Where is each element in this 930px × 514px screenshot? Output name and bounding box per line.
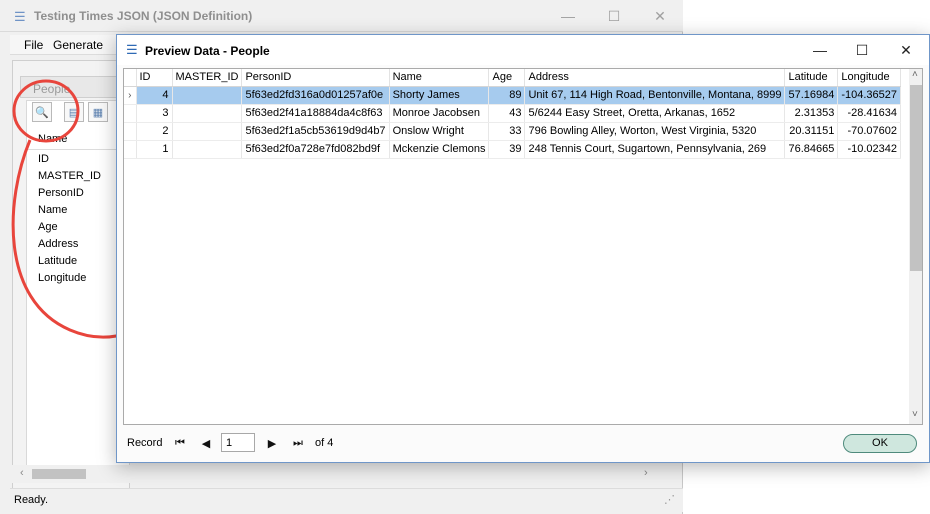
column-header[interactable]: Latitude	[784, 69, 839, 87]
current-row-icon: ›	[124, 86, 137, 105]
column-header[interactable]: Name	[389, 69, 490, 87]
cell-person-id[interactable]: 5f63ed2f41a18884da4c8f63	[241, 104, 390, 123]
cell-name[interactable]: Onslow Wright	[389, 122, 490, 141]
cell-id[interactable]: 3	[136, 104, 173, 123]
scroll-down-icon[interactable]: ˅	[912, 409, 918, 420]
cell-latitude[interactable]: 2.31353	[784, 104, 839, 123]
cell-name[interactable]: Mckenzie Clemons	[389, 140, 490, 159]
cell-address[interactable]: 796 Bowling Alley, Worton, West Virginia…	[524, 122, 786, 141]
cell-address[interactable]: Unit 67, 114 High Road, Bentonville, Mon…	[524, 86, 786, 105]
column-header[interactable]: MASTER_ID	[172, 69, 243, 87]
cell-age[interactable]: 89	[488, 86, 526, 105]
cell-id[interactable]: 4	[136, 86, 173, 105]
dialog-title: Preview Data - People	[145, 44, 270, 58]
row-indicator	[124, 140, 137, 159]
cell-address[interactable]: 5/6244 Easy Street, Oretta, Arkanas, 165…	[524, 104, 786, 123]
cell-age[interactable]: 33	[488, 122, 526, 141]
column-header[interactable]: Longitude	[837, 69, 902, 87]
preview-table: ID MASTER_ID PersonID Name Age Address L…	[124, 69, 902, 159]
close-icon[interactable]: ✕	[883, 35, 929, 65]
cell-id[interactable]: 1	[136, 140, 173, 159]
column-header[interactable]: PersonID	[241, 69, 390, 87]
scroll-thumb[interactable]	[910, 85, 922, 271]
record-number-input[interactable]	[221, 433, 255, 452]
table-row[interactable]: 2 5f63ed2f1a5cb53619d9d4b7 Onslow Wright…	[124, 122, 902, 141]
cell-master-id[interactable]	[172, 140, 243, 159]
cell-person-id[interactable]: 5f63ed2f0a728e7fd082bd9f	[241, 140, 390, 159]
vertical-scrollbar[interactable]: ˄ ˅	[909, 69, 922, 424]
cell-latitude[interactable]: 76.84665	[784, 140, 839, 159]
cell-id[interactable]: 2	[136, 122, 173, 141]
annotation-circle	[12, 79, 80, 143]
table-row[interactable]: › 4 5f63ed2fd316a0d01257af0e Shorty Jame…	[124, 86, 902, 105]
cell-master-id[interactable]	[172, 86, 243, 105]
next-record-icon[interactable]: ▶	[263, 434, 281, 452]
previous-record-icon[interactable]: ◀	[197, 434, 215, 452]
cell-person-id[interactable]: 5f63ed2f1a5cb53619d9d4b7	[241, 122, 390, 141]
cell-longitude[interactable]: -104.36527	[837, 86, 902, 105]
cell-longitude[interactable]: -10.02342	[837, 140, 902, 159]
table-header-row: ID MASTER_ID PersonID Name Age Address L…	[124, 69, 902, 87]
cell-master-id[interactable]	[172, 122, 243, 141]
dialog-titlebar: ☰ Preview Data - People — ☐ ✕	[117, 35, 929, 65]
row-indicator	[124, 104, 137, 123]
record-label: Record	[127, 437, 163, 449]
maximize-icon[interactable]: ☐	[839, 35, 885, 65]
row-indicator-header	[124, 69, 137, 87]
ok-button[interactable]: OK	[843, 434, 917, 453]
table-row[interactable]: 1 5f63ed2f0a728e7fd082bd9f Mckenzie Clem…	[124, 140, 902, 159]
record-navigator: Record ⏮ ◀ ▶ ⏭ of 4 OK	[123, 429, 923, 457]
last-record-icon[interactable]: ⏭	[289, 434, 307, 452]
cell-longitude[interactable]: -28.41634	[837, 104, 902, 123]
first-record-icon[interactable]: ⏮	[171, 434, 189, 452]
cell-latitude[interactable]: 57.16984	[784, 86, 839, 105]
cell-age[interactable]: 39	[488, 140, 526, 159]
cell-person-id[interactable]: 5f63ed2fd316a0d01257af0e	[241, 86, 390, 105]
cell-master-id[interactable]	[172, 104, 243, 123]
cell-latitude[interactable]: 20.31151	[784, 122, 839, 141]
column-header[interactable]: Age	[488, 69, 526, 87]
dialog-menu-icon: ☰	[126, 42, 138, 57]
cell-longitude[interactable]: -70.07602	[837, 122, 902, 141]
record-count: of 4	[315, 437, 334, 449]
row-indicator	[124, 122, 137, 141]
cell-age[interactable]: 43	[488, 104, 526, 123]
cell-name[interactable]: Shorty James	[389, 86, 490, 105]
column-header[interactable]: Address	[524, 69, 786, 87]
data-grid: ID MASTER_ID PersonID Name Age Address L…	[123, 68, 923, 425]
preview-data-dialog: ☰ Preview Data - People — ☐ ✕ ID MASTER_…	[116, 34, 930, 463]
cell-name[interactable]: Monroe Jacobsen	[389, 104, 490, 123]
minimize-icon[interactable]: —	[797, 35, 843, 65]
scroll-up-icon[interactable]: ˄	[912, 69, 918, 80]
cell-address[interactable]: 248 Tennis Court, Sugartown, Pennsylvani…	[524, 140, 786, 159]
table-row[interactable]: 3 5f63ed2f41a18884da4c8f63 Monroe Jacobs…	[124, 104, 902, 123]
column-header[interactable]: ID	[136, 69, 173, 87]
